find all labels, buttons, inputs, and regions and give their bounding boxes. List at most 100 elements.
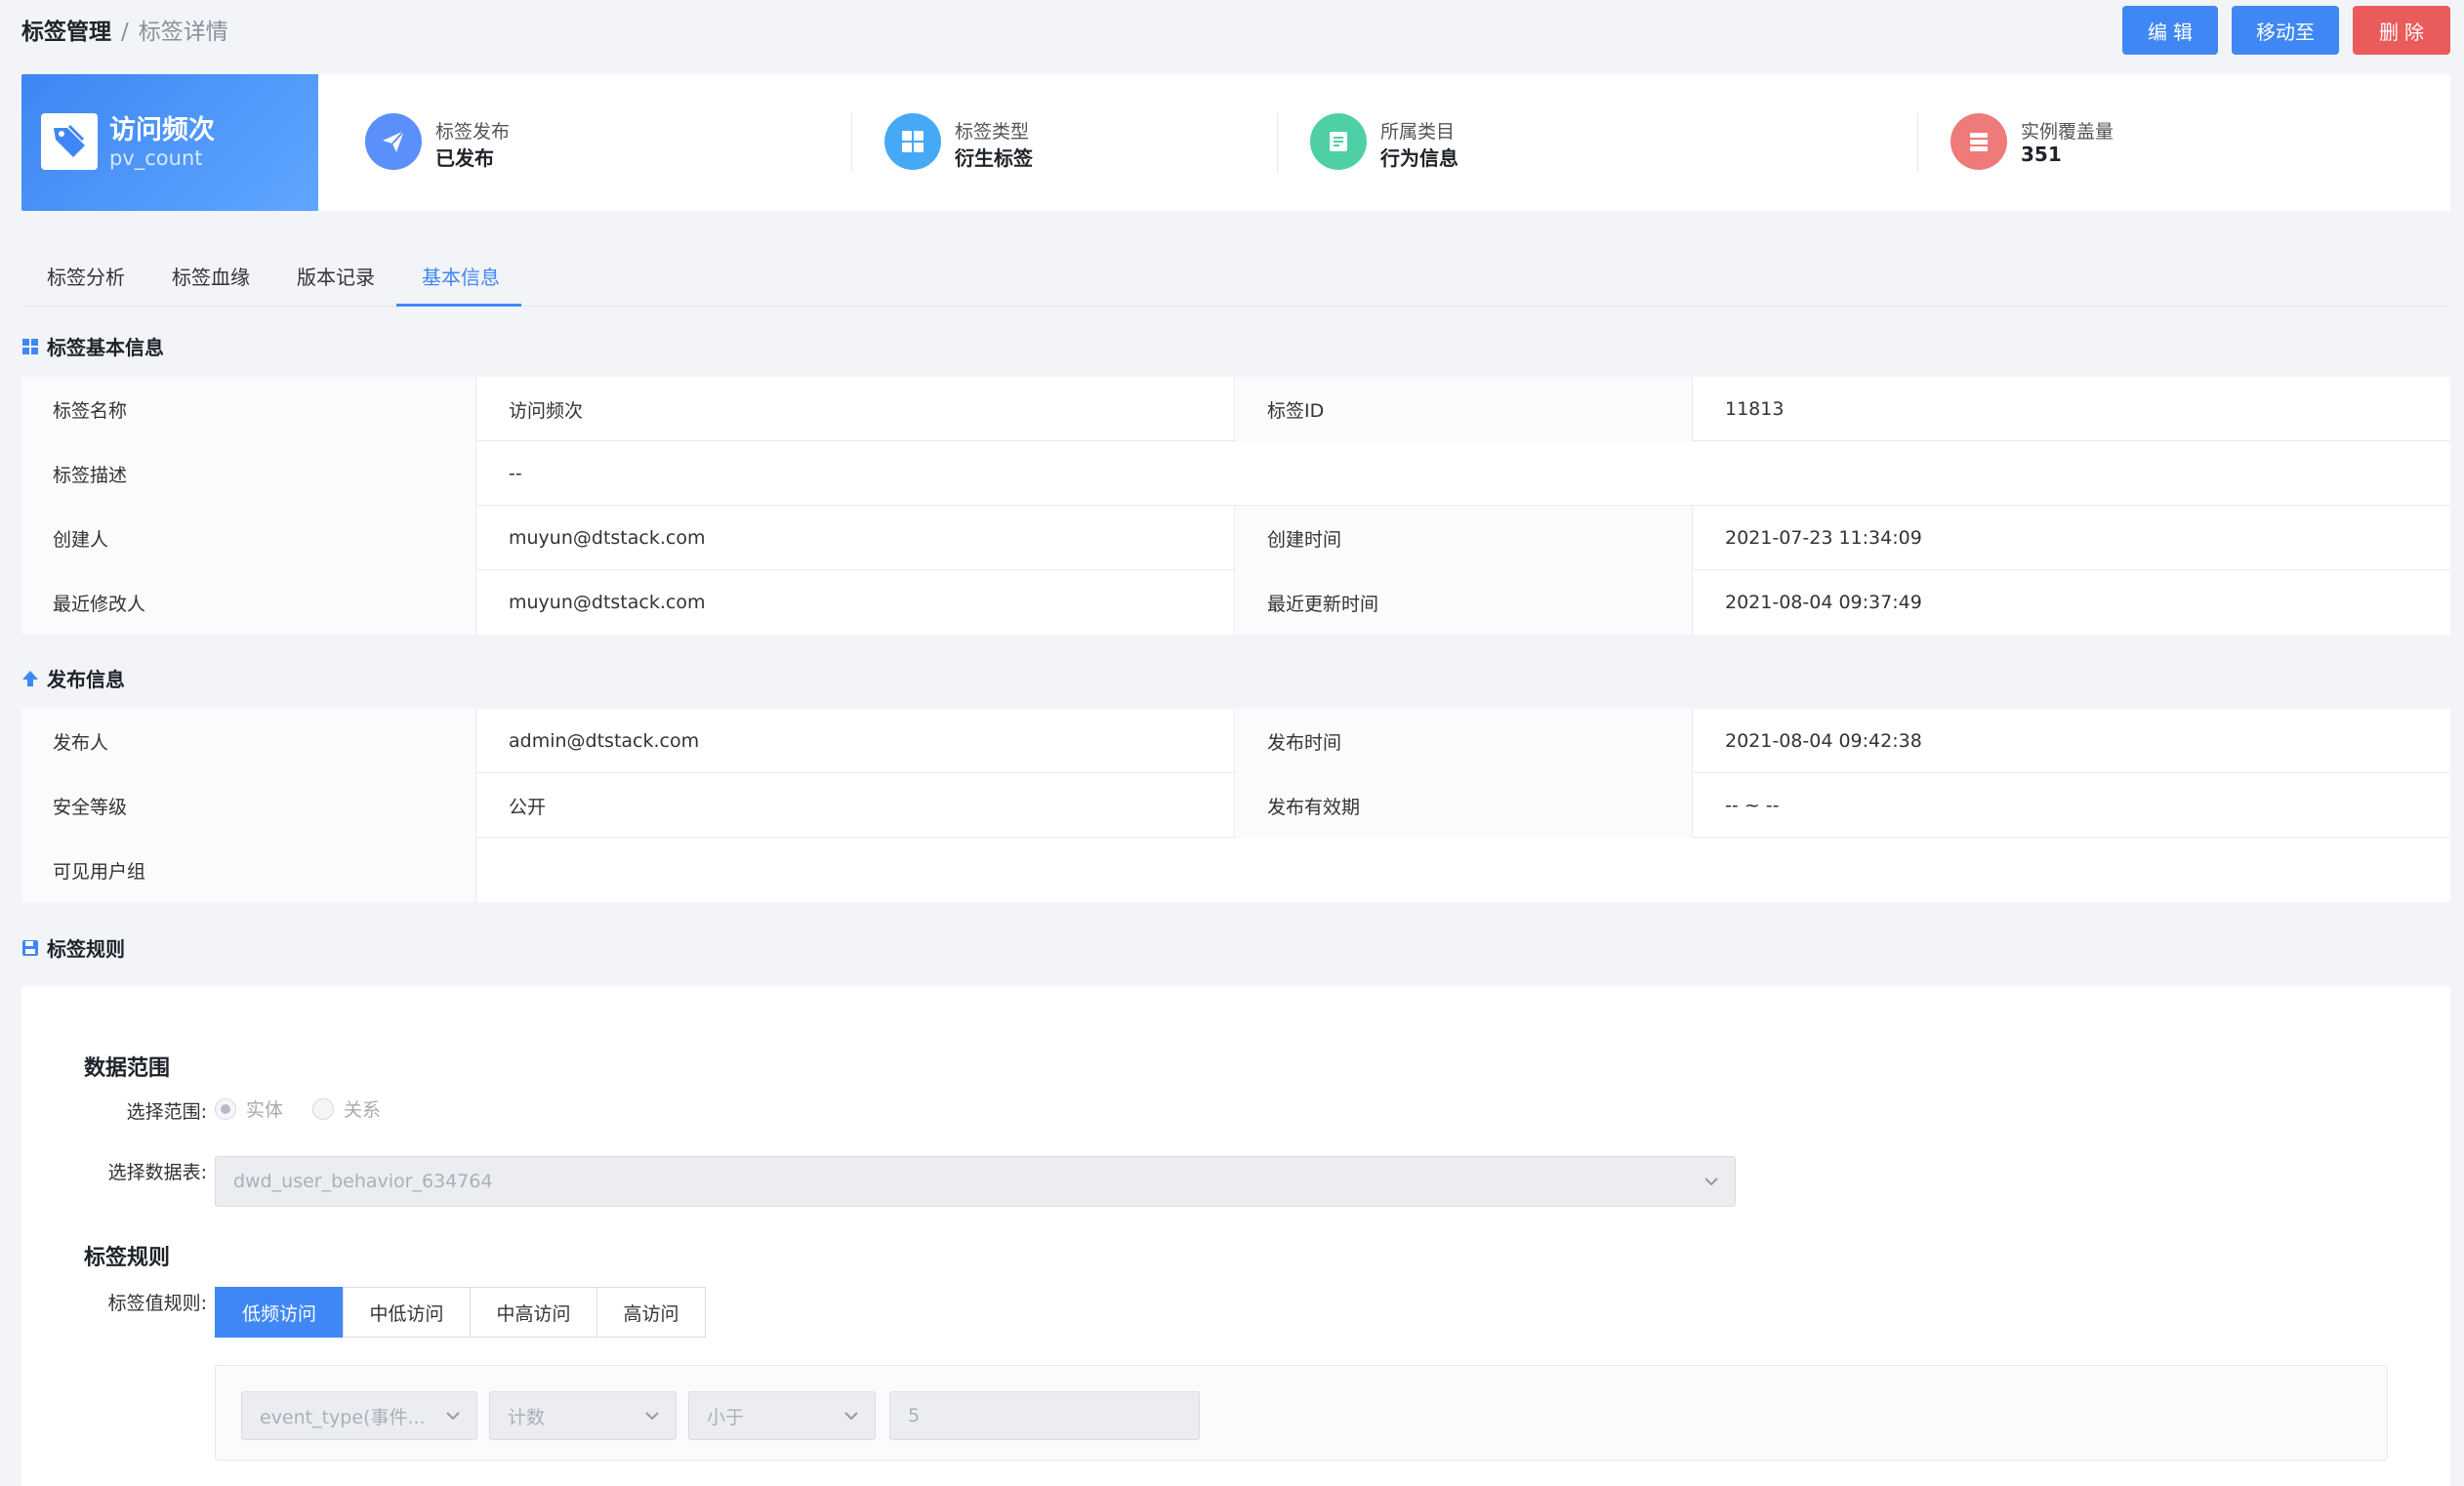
tab-basic-info[interactable]: 基本信息 — [422, 262, 500, 290]
delete-button[interactable]: 删除 — [2353, 6, 2450, 55]
stat-value: 351 — [2021, 143, 2062, 166]
radio-label: 关系 — [344, 1099, 382, 1121]
radio-dot — [312, 1097, 334, 1120]
stat-value: 已发布 — [435, 146, 494, 170]
field-value: 11813 — [1725, 398, 1785, 420]
field-value: admin@dtstack.com — [477, 709, 1235, 773]
section-title: 标签基本信息 — [47, 336, 164, 359]
select-value: dwd_user_behavior_634764 — [233, 1171, 493, 1192]
action-buttons: 编辑 移动至 删除 — [2122, 6, 2450, 55]
data-table-select[interactable]: dwd_user_behavior_634764 — [215, 1156, 1736, 1207]
field-key: 可见用户组 — [21, 838, 476, 902]
tag-name: 访问频次 — [109, 115, 215, 145]
arrow-up-icon — [21, 670, 39, 687]
tag-hero: 访问频次 pv_count — [21, 74, 318, 211]
field-key: 标签名称 — [21, 377, 476, 441]
table-row: 标签名称 访问频次 标签ID 11813 — [21, 377, 2450, 441]
chevron-down-icon — [446, 1412, 460, 1421]
field-key: 标签ID — [1236, 377, 1693, 441]
publish-info-section-title: 发布信息 — [21, 664, 125, 692]
select-value: 计数 — [508, 1406, 546, 1428]
value-rule-mid-high[interactable]: 中高访问 — [470, 1287, 597, 1338]
database-icon — [1951, 113, 2007, 170]
scope-radio-relation[interactable]: 关系 — [312, 1095, 381, 1122]
value-rule-tabs: 低频访问 中低访问 中高访问 高访问 — [215, 1287, 706, 1338]
field-key: 发布时间 — [1236, 709, 1693, 773]
divider — [851, 113, 852, 172]
breadcrumb-parent[interactable]: 标签管理 — [21, 20, 111, 45]
tag-icon — [41, 113, 98, 170]
save-icon — [21, 939, 39, 957]
section-title: 标签规则 — [47, 937, 125, 961]
stat-value: 行为信息 — [1380, 146, 1458, 170]
field-key: 标签描述 — [21, 441, 476, 506]
value-rule-label: 标签值规则: — [107, 1293, 207, 1314]
field-key: 发布有效期 — [1236, 773, 1693, 838]
table-row: 创建人 muyun@dtstack.com 创建时间 2021-07-23 11… — [21, 506, 2450, 570]
value-rule-high[interactable]: 高访问 — [596, 1287, 706, 1338]
table-row: 最近修改人 muyun@dtstack.com 最近更新时间 2021-08-0… — [21, 570, 2450, 635]
move-to-button[interactable]: 移动至 — [2232, 6, 2339, 55]
field-value: 公开 — [477, 773, 1235, 838]
rules-section-title: 标签规则 — [21, 933, 125, 962]
data-scope-title: 数据范围 — [84, 1056, 171, 1081]
field-key: 最近修改人 — [21, 570, 476, 635]
field-value: 访问频次 — [477, 377, 1235, 441]
grid-icon — [884, 113, 941, 170]
condition-operator-select[interactable]: 小于 — [688, 1391, 876, 1440]
table-row: 可见用户组 — [21, 838, 2450, 902]
field-value: -- — [509, 463, 522, 484]
scope-label: 选择范围: — [126, 1101, 207, 1123]
grid-icon — [21, 338, 39, 355]
send-icon — [365, 113, 422, 170]
field-value: muyun@dtstack.com — [477, 570, 1235, 635]
field-key: 创建人 — [21, 506, 476, 570]
field-key: 最近更新时间 — [1236, 570, 1693, 635]
field-key: 创建时间 — [1236, 506, 1693, 570]
tab-versions[interactable]: 版本记录 — [297, 262, 375, 290]
stat-label: 标签类型 — [955, 121, 1030, 143]
table-label: 选择数据表: — [107, 1162, 207, 1183]
condition-value-input[interactable]: 5 — [889, 1391, 1200, 1440]
edit-button[interactable]: 编辑 — [2122, 6, 2218, 55]
field-value: 2021-08-04 09:42:38 — [1725, 730, 1922, 752]
active-tab-indicator — [396, 304, 521, 307]
stat-label: 标签发布 — [435, 121, 511, 143]
chevron-down-icon — [844, 1412, 858, 1421]
condition-agg-select[interactable]: 计数 — [489, 1391, 677, 1440]
stat-label: 实例覆盖量 — [2021, 121, 2115, 143]
section-title: 发布信息 — [47, 668, 125, 691]
table-row: 安全等级 公开 发布有效期 -- ~ -- — [21, 773, 2450, 838]
breadcrumb-separator: / — [121, 20, 129, 45]
basic-info-section-title: 标签基本信息 — [21, 332, 164, 360]
radio-dot — [215, 1097, 236, 1120]
input-value: 5 — [908, 1405, 921, 1426]
stat-label: 所属类目 — [1380, 121, 1456, 143]
select-value: 小于 — [707, 1406, 745, 1428]
stat-value: 衍生标签 — [955, 146, 1033, 170]
field-value: -- ~ -- — [1725, 795, 1780, 816]
scope-radio-entity[interactable]: 实体 — [215, 1095, 283, 1122]
field-value: 2021-08-04 09:37:49 — [1725, 592, 1922, 613]
radio-label: 实体 — [246, 1099, 284, 1121]
field-key: 发布人 — [21, 709, 476, 773]
basic-info-table: 标签名称 访问频次 标签ID 11813 标签描述 -- 创建人 muyun@d… — [21, 377, 2450, 635]
condition-field-select[interactable]: event_type(事件... — [241, 1391, 477, 1440]
divider — [1277, 113, 1278, 172]
chevron-down-icon — [645, 1412, 659, 1421]
value-rule-low[interactable]: 低频访问 — [215, 1287, 344, 1338]
condition-box: event_type(事件... 计数 小于 5 — [215, 1365, 2388, 1461]
field-value — [477, 838, 2450, 902]
breadcrumb-current: 标签详情 — [138, 20, 228, 45]
breadcrumb: 标签管理 / 标签详情 — [21, 18, 228, 47]
publish-info-table: 发布人 admin@dtstack.com 发布时间 2021-08-04 09… — [21, 709, 2450, 902]
field-key: 安全等级 — [21, 773, 476, 838]
document-icon — [1310, 113, 1367, 170]
tab-analysis[interactable]: 标签分析 — [47, 262, 125, 290]
divider — [1917, 113, 1918, 172]
top-bar: 标签管理 / 标签详情 编辑 移动至 删除 — [21, 6, 2450, 57]
value-rule-mid-low[interactable]: 中低访问 — [343, 1287, 471, 1338]
tag-summary-card: 访问频次 pv_count 标签发布 已发布 标签类型 衍生标签 所属类目 行为… — [21, 74, 2450, 211]
tab-lineage[interactable]: 标签血缘 — [172, 262, 250, 290]
chevron-down-icon — [1704, 1177, 1718, 1186]
